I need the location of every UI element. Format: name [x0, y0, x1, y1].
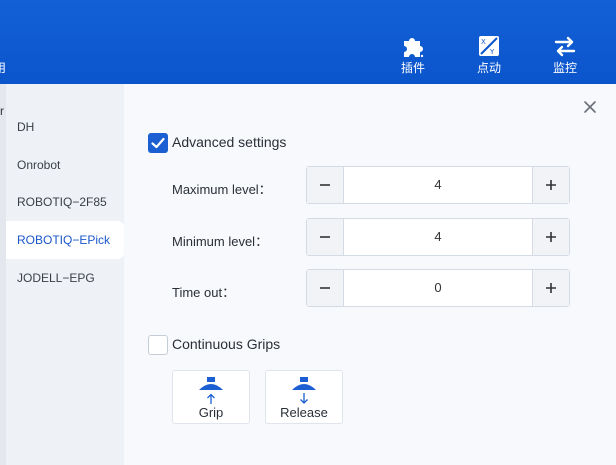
minus-icon	[320, 287, 330, 289]
maximum-level-decrement-button[interactable]	[307, 167, 344, 203]
minimum-level-decrement-button[interactable]	[307, 219, 344, 255]
maximum-level-label: Maximum level：	[172, 182, 272, 197]
jog-icon: X Y	[479, 36, 499, 56]
sidebar-item-dh[interactable]: DH	[6, 108, 124, 146]
suction-cup-release-icon	[292, 377, 316, 404]
toolbar-partial-button[interactable]: 用	[0, 34, 8, 74]
plus-icon	[546, 283, 556, 293]
maximum-level-stepper: 4	[306, 166, 570, 204]
time-out-input[interactable]: 0	[344, 270, 532, 306]
plus-icon	[546, 232, 556, 242]
partial-icon	[0, 38, 4, 54]
minimum-level-input[interactable]: 4	[344, 219, 532, 255]
minus-icon	[320, 184, 330, 186]
partial-label: 用	[0, 61, 7, 75]
advanced-settings-checkbox[interactable]	[148, 133, 168, 153]
sidebar-item-robotiq-epick[interactable]: ROBOTIQ−EPick	[6, 221, 124, 259]
suction-cup-grip-icon	[199, 377, 223, 404]
checkmark-icon	[151, 137, 165, 149]
sidebar-item-onrobot[interactable]: Onrobot	[6, 146, 124, 184]
grip-button[interactable]: Grip	[172, 370, 250, 424]
sidebar-item-robotiq-2f85[interactable]: ROBOTIQ−2F85	[6, 183, 124, 221]
sidebar-item-jodell-epg[interactable]: JODELL−EPG	[6, 259, 124, 297]
release-label: Release	[280, 405, 328, 420]
jog-button[interactable]: X Y 点动	[459, 34, 519, 78]
edge-text: r	[0, 104, 4, 118]
grip-label: Grip	[198, 405, 224, 420]
time-out-decrement-button[interactable]	[307, 270, 344, 306]
time-out-stepper: 0	[306, 269, 570, 307]
svg-text:Y: Y	[489, 48, 495, 56]
advanced-settings-label: Advanced settings	[172, 134, 287, 150]
svg-text:X: X	[481, 38, 486, 46]
minimum-level-increment-button[interactable]	[532, 219, 569, 255]
gripper-list-sidebar: DH Onrobot ROBOTIQ−2F85 ROBOTIQ−EPick JO…	[6, 84, 124, 465]
continuous-grips-checkbox[interactable]	[148, 335, 168, 355]
top-toolbar: 用 插件 X Y 点动 监控	[0, 0, 616, 84]
minimum-level-stepper: 4	[306, 218, 570, 256]
jog-label: 点动	[476, 61, 501, 75]
monitor-label: 监控	[552, 61, 577, 75]
gripper-settings-panel: Advanced settings Maximum level： 4 Minim…	[124, 84, 616, 465]
time-out-label: Time out：	[172, 285, 236, 300]
plugin-button[interactable]: 插件	[383, 34, 443, 78]
maximum-level-input[interactable]: 4	[344, 167, 532, 203]
time-out-increment-button[interactable]	[532, 270, 569, 306]
continuous-grips-label: Continuous Grips	[172, 336, 281, 352]
minimum-level-label: Minimum level：	[172, 234, 269, 249]
plugin-label: 插件	[400, 61, 425, 75]
puzzle-icon	[404, 38, 424, 58]
release-button[interactable]: Release	[265, 370, 343, 424]
plus-icon	[546, 180, 556, 190]
monitor-button[interactable]: 监控	[535, 34, 595, 78]
maximum-level-increment-button[interactable]	[532, 167, 569, 203]
transfer-arrows-icon	[554, 36, 576, 57]
close-icon[interactable]	[581, 98, 599, 116]
minus-icon	[320, 236, 330, 238]
